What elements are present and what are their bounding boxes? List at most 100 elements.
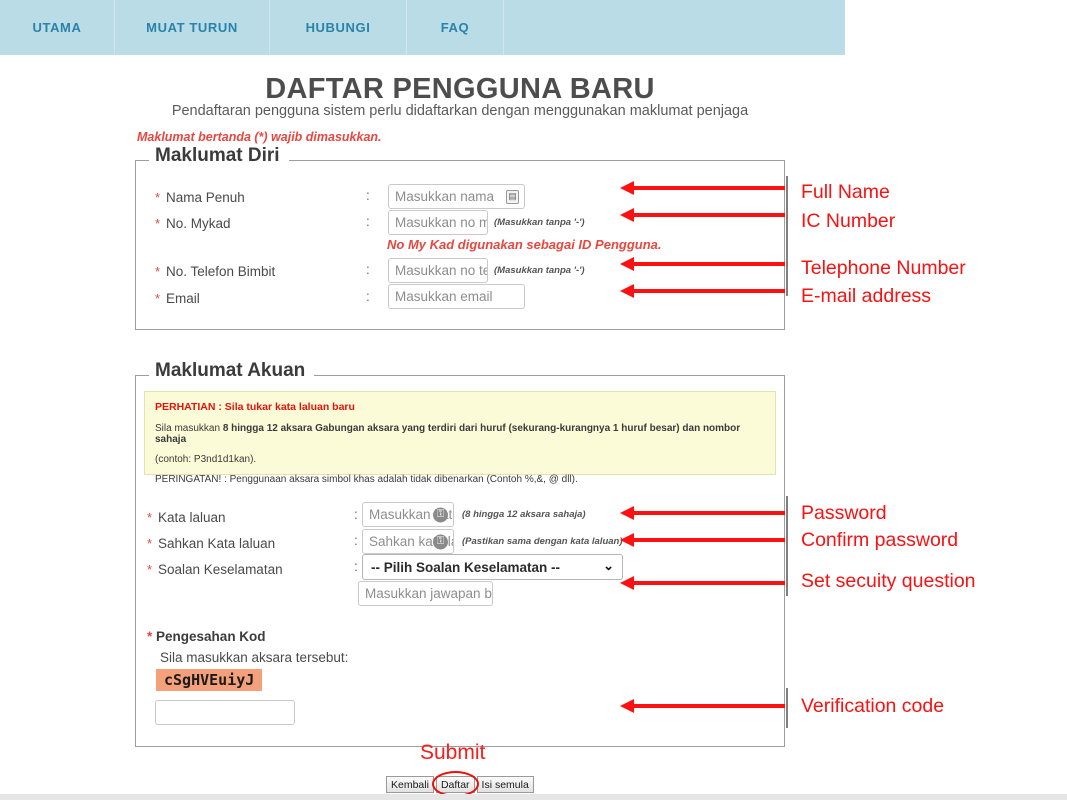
arrow-email-address [620, 284, 785, 298]
nav-item-hubungi[interactable]: HUBUNGI [270, 0, 407, 55]
input-sahkan-kata-laluan[interactable]: Sahkan kata la ⚿ [362, 529, 454, 554]
field-row-email: * Email [155, 286, 200, 310]
notice-line-2: (contoh: P3nd1d1kan). [155, 454, 257, 465]
input-placeholder: Masukkan no m [395, 215, 488, 230]
chevron-down-icon: ⌄ [603, 558, 614, 574]
field-row-mykad: * No. Mykad [155, 211, 231, 235]
register-button[interactable]: Daftar [435, 776, 475, 793]
hint-kata-laluan: (8 hingga 12 aksara sahaja) [462, 509, 586, 520]
required-asterisk: * [155, 189, 161, 205]
page-subtitle: Pendaftaran pengguna sistem perlu didaft… [171, 103, 749, 119]
annotation-email-address: E-mail address [801, 285, 932, 307]
hint-sahkan-kata-laluan: (Pastikan sama dengan kata laluan) [462, 536, 623, 547]
required-asterisk: * [147, 535, 153, 551]
annotation-submit: Submit [420, 741, 486, 764]
navbar-filler [504, 0, 845, 55]
arrow-telephone-number [620, 257, 785, 271]
required-asterisk: * [147, 561, 153, 577]
arrow-ic-number [620, 208, 785, 222]
notice-line-3: PERINGATAN! : Penggunaan aksara simbol k… [155, 474, 578, 485]
annotation-divider-bottom [786, 688, 788, 728]
arrow-verification-code [620, 699, 785, 713]
key-icon[interactable]: ⚿ [433, 507, 448, 522]
colon-mykad: : [366, 214, 370, 229]
captcha-instruction: Sila masukkan aksara tersebut: [160, 650, 349, 665]
back-button[interactable]: Kembali [386, 776, 434, 793]
annotation-verification-code: Verification code [801, 695, 945, 717]
nav-item-faq[interactable]: FAQ [407, 0, 504, 55]
annotation-divider-top [786, 176, 788, 296]
field-row-telefon: * No. Telefon Bimbit [155, 259, 275, 283]
colon-email: : [366, 289, 370, 304]
arrow-confirm-password [620, 533, 785, 547]
form-button-bar: Kembali Daftar Isi semula [386, 776, 534, 793]
hint-mykad: (Masukkan tanpa '-') [494, 217, 585, 228]
mykad-id-note: No My Kad digunakan sebagai ID Pengguna. [387, 237, 662, 252]
account-info-legend: Maklumat Akuan [149, 360, 315, 382]
colon-nama-penuh: : [366, 188, 370, 203]
annotation-full-name: Full Name [801, 181, 890, 203]
label-telefon: No. Telefon Bimbit [166, 263, 276, 279]
reset-button[interactable]: Isi semula [476, 776, 534, 793]
input-email[interactable]: Masukkan email [388, 284, 525, 309]
page-root: UTAMA MUAT TURUN HUBUNGI FAQ DAFTAR PENG… [0, 0, 1067, 800]
page-title: DAFTAR PENGGUNA BARU [265, 73, 655, 105]
bottom-divider [0, 794, 1067, 800]
arrow-full-name [620, 181, 785, 195]
nav-label: MUAT TURUN [146, 20, 238, 35]
input-placeholder: Masukkan no te [395, 263, 488, 278]
nav-label: UTAMA [32, 20, 82, 35]
nav-label: HUBUNGI [305, 20, 371, 35]
input-mykad[interactable]: Masukkan no m [388, 210, 488, 235]
label-email: Email [166, 290, 200, 306]
nav-item-utama[interactable]: UTAMA [0, 0, 115, 55]
input-jawapan-keselamatan[interactable]: Masukkan jawapan ba [358, 581, 493, 606]
label-nama-penuh: Nama Penuh [166, 189, 245, 205]
contact-card-icon[interactable]: ▤ [506, 189, 519, 204]
nav-item-muat-turun[interactable]: MUAT TURUN [115, 0, 270, 55]
label-soalan-keselamatan: Soalan Keselamatan [158, 561, 283, 577]
label-sahkan-kata-laluan: Sahkan Kata laluan [158, 535, 276, 551]
required-asterisk: * [155, 215, 161, 231]
label-mykad: No. Mykad [166, 215, 231, 231]
input-placeholder: Masukkan email [395, 289, 493, 304]
field-row-nama-penuh: * Nama Penuh [155, 185, 245, 209]
field-row-sahkan-kata-laluan: * Sahkan Kata laluan [147, 531, 275, 555]
password-notice-box: PERHATIAN : Sila tukar kata laluan baru … [144, 391, 776, 485]
captcha-image: cSgHVEuiyJ [156, 669, 263, 691]
input-kata-laluan[interactable]: Masukkan kata ⚿ [362, 502, 454, 527]
notice-title: PERHATIAN : Sila tukar kata laluan baru [155, 401, 355, 413]
input-nama-penuh[interactable]: Masukkan nama ▤ [388, 184, 525, 209]
captcha-label-wrapper: * Pengesahan Kod [147, 629, 266, 644]
required-fields-note: Maklumat bertanda (*) wajib dimasukkan. [137, 130, 382, 144]
input-captcha[interactable] [155, 700, 295, 725]
arrow-security-question [620, 576, 785, 590]
input-telefon[interactable]: Masukkan no te [388, 258, 488, 283]
required-asterisk: * [147, 509, 153, 525]
field-row-kata-laluan: * Kata laluan [147, 505, 226, 529]
colon-sahkan-kata-laluan: : [354, 533, 358, 548]
annotation-telephone-number: Telephone Number [801, 257, 966, 279]
notice-line-1-bold: 8 hingga 12 aksara Gabungan aksara yang … [155, 423, 741, 445]
annotation-security-question: Set secuity question [801, 570, 976, 592]
top-navbar: UTAMA MUAT TURUN HUBUNGI FAQ [0, 0, 845, 55]
arrow-password [620, 506, 785, 520]
colon-kata-laluan: : [354, 507, 358, 522]
required-asterisk: * [155, 263, 161, 279]
required-asterisk: * [147, 629, 153, 644]
label-kata-laluan: Kata laluan [158, 509, 226, 525]
field-row-soalan-keselamatan: * Soalan Keselamatan [147, 557, 283, 581]
nav-label: FAQ [440, 20, 470, 35]
captcha-label: Pengesahan Kod [156, 629, 266, 644]
key-icon[interactable]: ⚿ [433, 534, 448, 549]
required-asterisk: * [155, 290, 161, 306]
input-placeholder: Masukkan nama [395, 189, 495, 204]
annotation-ic-number: IC Number [801, 210, 896, 232]
colon-soalan-keselamatan: : [354, 559, 358, 574]
annotation-divider-mid [786, 496, 788, 596]
select-value: -- Pilih Soalan Keselamatan -- [371, 559, 561, 575]
notice-line-1-prefix: Sila masukkan [155, 423, 223, 434]
personal-info-legend: Maklumat Diri [149, 145, 289, 167]
colon-telefon: : [366, 262, 370, 277]
select-soalan-keselamatan[interactable]: -- Pilih Soalan Keselamatan -- ⌄ [362, 554, 623, 580]
